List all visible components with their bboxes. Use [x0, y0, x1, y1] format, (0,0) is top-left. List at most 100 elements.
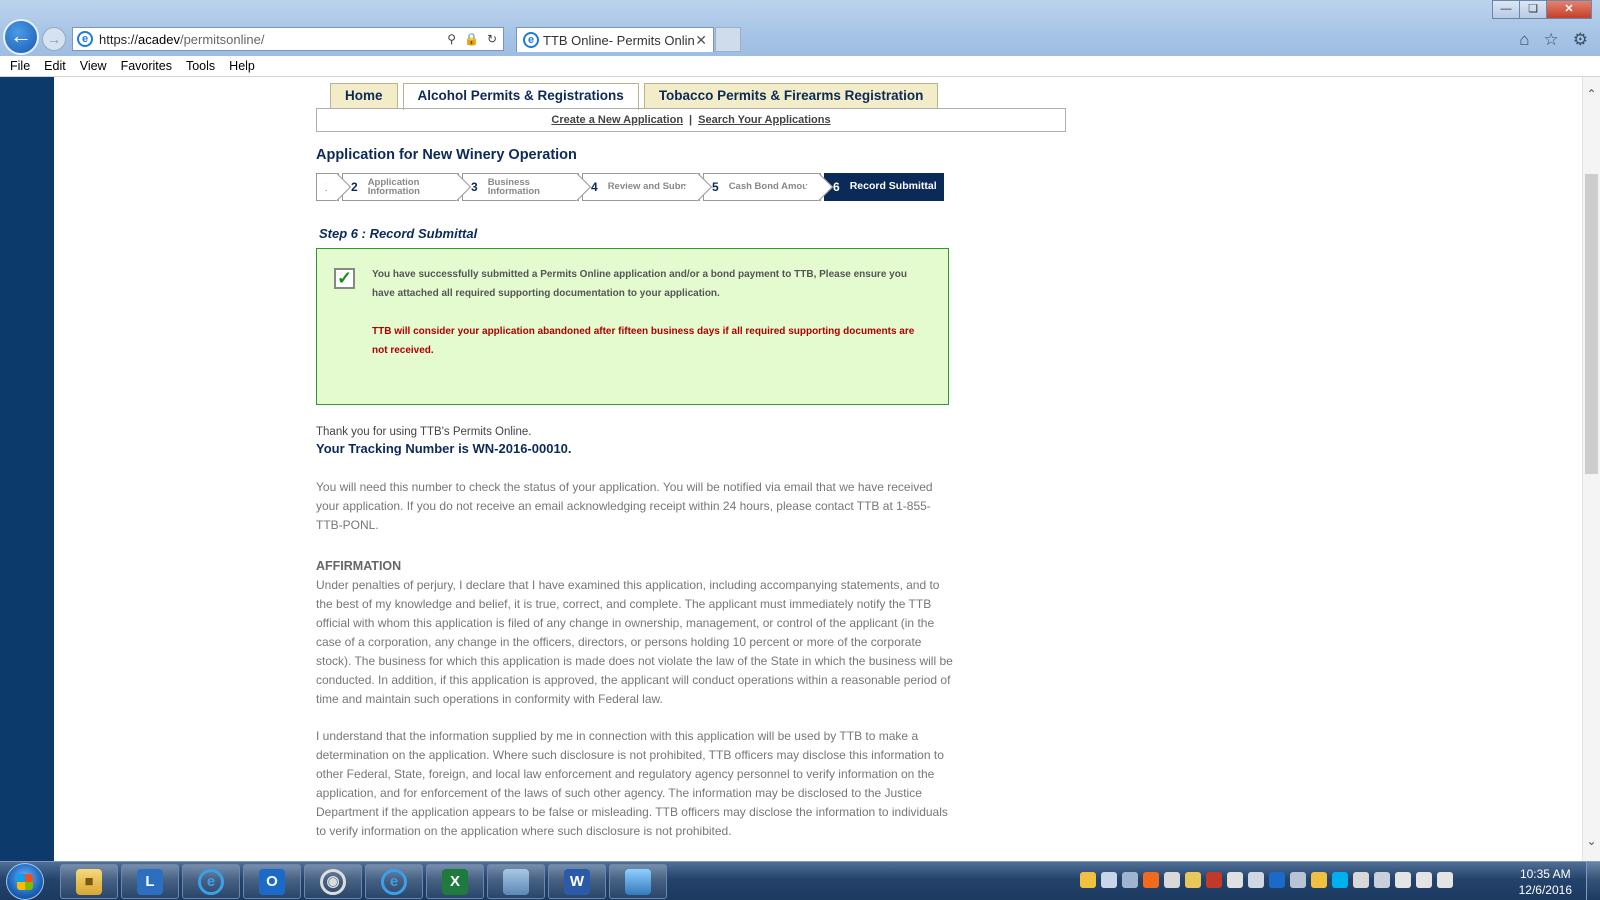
menu-edit[interactable]: Edit [44, 59, 66, 73]
taskbar-excel[interactable]: X [426, 864, 484, 899]
step-2: 2 Application Information [342, 173, 459, 201]
tray-sync-icon[interactable] [1227, 872, 1243, 888]
start-button[interactable] [6, 863, 44, 900]
menu-tools[interactable]: Tools [186, 59, 215, 73]
taskbar-internet-explorer-2[interactable]: e [365, 864, 423, 899]
outlook-icon: O [259, 868, 285, 895]
menu-help[interactable]: Help [229, 59, 255, 73]
nav-tab-alcohol-permits[interactable]: Alcohol Permits & Registrations [402, 83, 639, 110]
tray-chat-icon[interactable] [1122, 872, 1138, 888]
tracking-notice: You will need this number to check the s… [316, 480, 933, 532]
settings-gear-icon[interactable]: ⚙ [1573, 30, 1588, 50]
forward-button[interactable]: → [42, 27, 66, 51]
step-1: 1 [316, 173, 339, 201]
excel-icon: X [442, 868, 468, 895]
scrollbar-thumb[interactable] [1585, 174, 1598, 474]
folder-icon: ■ [76, 868, 102, 895]
search-applications-link[interactable]: Search Your Applications [698, 114, 830, 126]
minimize-button[interactable]: — [1492, 0, 1520, 19]
browser-titlebar: ← → e https://acadev/permitsonline/ ⚲ 🔒 … [0, 0, 1600, 56]
menu-favorites[interactable]: Favorites [121, 59, 172, 73]
menu-file[interactable]: File [10, 59, 30, 73]
tray-skype-icon[interactable] [1332, 872, 1348, 888]
taskbar-word[interactable]: W [548, 864, 606, 899]
tray-shield-icon[interactable] [1206, 872, 1222, 888]
taskbar-lync[interactable]: L [121, 864, 179, 899]
vertical-scrollbar[interactable]: ⌃ ⌄ [1582, 77, 1600, 861]
taskbar-tablet[interactable] [487, 864, 545, 899]
checkmark-icon: ✓ [334, 268, 355, 289]
close-tab-icon[interactable]: ✕ [695, 32, 707, 49]
nav-tab-home[interactable]: Home [330, 83, 398, 108]
restore-button[interactable]: ❏ [1519, 0, 1547, 19]
abandonment-warning: TTB will consider your application aband… [372, 326, 915, 356]
tab-title: TTB Online- Permits Online... [543, 32, 695, 48]
step-label: Review and Submit [607, 181, 695, 193]
step-label: Business Information [488, 177, 540, 197]
tray-display-icon[interactable] [1374, 872, 1390, 888]
word-icon: W [564, 868, 590, 895]
page-title: Application for New Winery Operation [316, 147, 577, 163]
create-new-application-link[interactable]: Create a New Application [551, 114, 683, 126]
system-tray [1080, 872, 1453, 888]
sub-nav-separator: | [689, 114, 693, 126]
tablet-icon [503, 868, 529, 895]
sub-nav: Create a New Application | Search Your App… [316, 108, 1066, 132]
taskbar-picture-viewer[interactable] [609, 864, 667, 899]
step-number: 4 [591, 180, 598, 194]
page-content: Home Alcohol Permits & Registrations Tob… [54, 77, 1582, 861]
page-left-band [0, 77, 54, 861]
show-desktop-button[interactable] [1586, 862, 1600, 900]
scroll-up-arrow-icon[interactable]: ⌃ [1583, 87, 1600, 104]
success-message-box: ✓ You have successfully submitted a Perm… [316, 248, 949, 405]
tray-mail-icon[interactable] [1248, 872, 1264, 888]
refresh-icon[interactable]: ↻ [487, 32, 497, 46]
menu-view[interactable]: View [80, 59, 107, 73]
search-icon[interactable]: ⚲ [447, 32, 456, 46]
step-number: 6 [833, 180, 840, 194]
taskbar-outlook[interactable]: O [243, 864, 301, 899]
tray-lock-icon[interactable] [1311, 872, 1327, 888]
close-window-button[interactable]: ✕ [1546, 0, 1592, 19]
step-5: 5 Cash Bond Amount [703, 173, 821, 201]
success-message: You have successfully submitted a Permit… [372, 269, 907, 299]
internet-explorer-icon: e [198, 868, 224, 895]
tray-monitor-icon[interactable] [1290, 872, 1306, 888]
tab-ie-icon: e [523, 32, 539, 48]
menu-bar: File Edit View Favorites Tools Help [0, 56, 1600, 77]
taskbar-clock[interactable]: 10:35 AM 12/6/2016 [1519, 866, 1572, 898]
address-bar[interactable]: e https://acadev/permitsonline/ ⚲ 🔒 ↻ [72, 27, 504, 51]
tray-power-icon[interactable] [1395, 872, 1411, 888]
tray-network-icon[interactable] [1353, 872, 1369, 888]
scroll-down-arrow-icon[interactable]: ⌄ [1583, 834, 1600, 851]
thank-you-text: Thank you for using TTB's Permits Online… [316, 426, 532, 438]
new-tab-button[interactable] [715, 27, 741, 52]
home-icon[interactable]: ⌂ [1519, 30, 1529, 50]
back-button[interactable]: ← [3, 19, 39, 55]
affirmation-paragraph-2: I understand that the information suppli… [316, 729, 948, 838]
step-label: Cash Bond Amount [728, 181, 817, 193]
affirmation-heading: AFFIRMATION [316, 559, 402, 573]
tray-outlook-icon[interactable] [1269, 872, 1285, 888]
tray-volume-icon[interactable] [1416, 872, 1432, 888]
tray-person-icon[interactable] [1164, 872, 1180, 888]
internet-explorer-icon: e [381, 868, 407, 895]
tray-b-icon[interactable] [1143, 872, 1159, 888]
favorites-star-icon[interactable]: ☆ [1544, 30, 1559, 50]
browser-tab[interactable]: e TTB Online- Permits Online... ✕ [516, 27, 714, 52]
tray-users-icon[interactable] [1101, 872, 1117, 888]
step-number: 1 [325, 180, 332, 194]
tracking-number: Your Tracking Number is WN-2016-00010. [316, 441, 572, 456]
taskbar-chrome[interactable]: ◉ [304, 864, 362, 899]
lock-icon[interactable]: 🔒 [464, 32, 479, 46]
address-url[interactable]: https://acadev/permitsonline/ [99, 32, 447, 47]
url-host: acadev [138, 31, 180, 47]
taskbar-internet-explorer[interactable]: e [182, 864, 240, 899]
chrome-icon: ◉ [320, 868, 346, 895]
tray-notes-icon[interactable] [1080, 872, 1096, 888]
step-number: 2 [351, 180, 358, 194]
taskbar-file-explorer[interactable]: ■ [60, 864, 118, 899]
tray-signal-icon[interactable] [1437, 872, 1453, 888]
nav-tab-tobacco-permits[interactable]: Tobacco Permits & Firearms Registration [643, 83, 939, 108]
tray-pencil-icon[interactable] [1185, 872, 1201, 888]
